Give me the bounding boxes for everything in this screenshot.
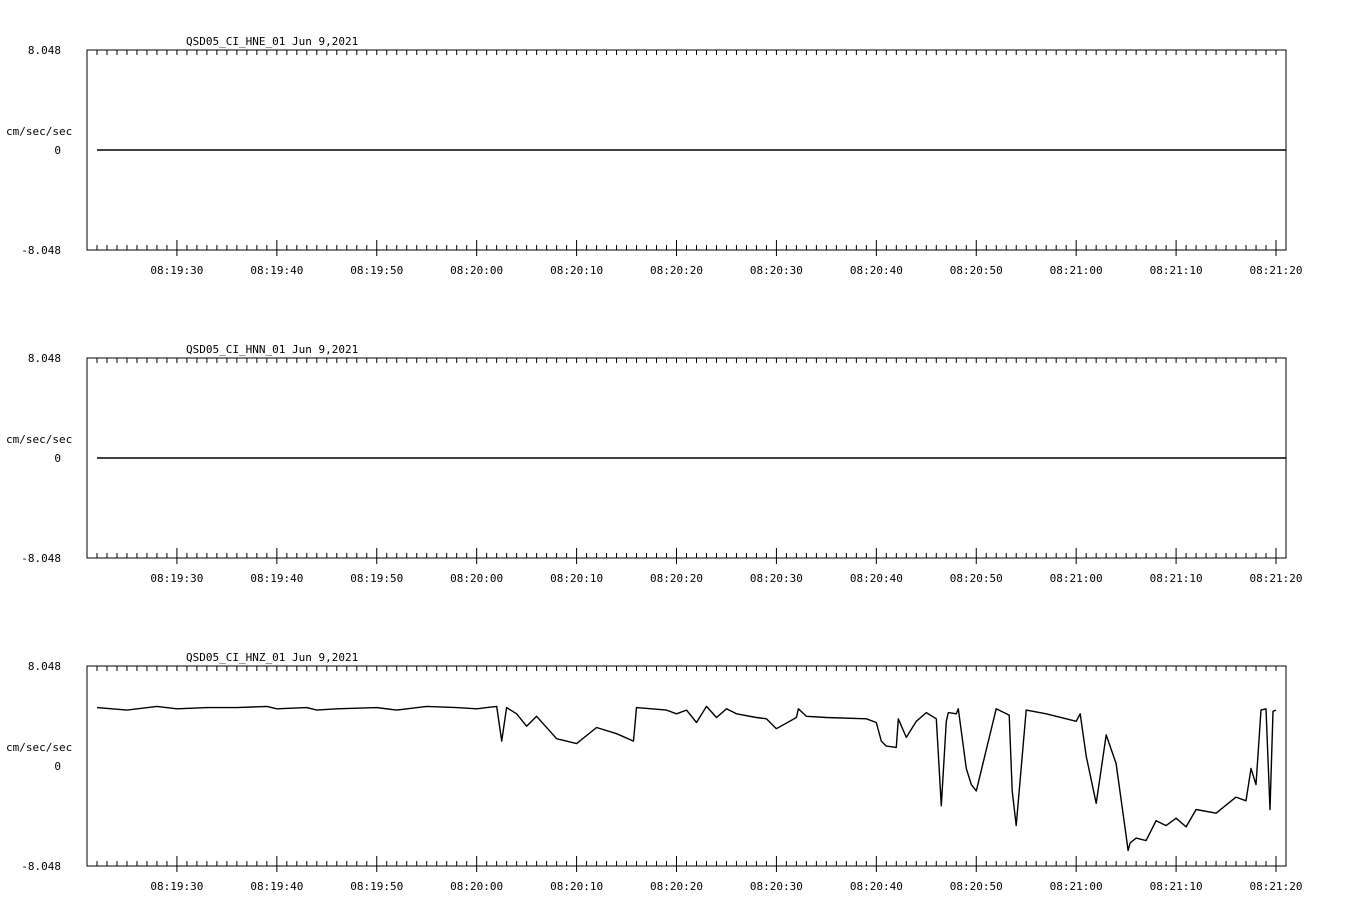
y-tick-label: -8.048: [21, 244, 61, 257]
x-tick-label: 08:19:50: [350, 264, 403, 277]
x-tick-label: 08:20:20: [650, 572, 703, 585]
x-tick-label: 08:21:20: [1250, 264, 1303, 277]
x-tick-label: 08:20:30: [750, 264, 803, 277]
panel-title: QSD05_CI_HNZ_01 Jun 9,2021: [186, 651, 358, 664]
x-tick-label: 08:20:30: [750, 572, 803, 585]
x-tick-label: 08:20:40: [850, 264, 903, 277]
plot-frame: [86, 665, 1287, 867]
x-tick-label: 08:19:30: [150, 264, 203, 277]
x-tick-label: 08:20:40: [850, 572, 903, 585]
x-tick-label: 08:20:00: [450, 572, 503, 585]
x-tick-label: 08:21:20: [1250, 572, 1303, 585]
y-tick-label: 0: [54, 144, 61, 157]
x-tick-label: 08:21:10: [1150, 572, 1203, 585]
x-tick-label: 08:19:30: [150, 572, 203, 585]
y-tick-label: -8.048: [21, 860, 61, 873]
y-axis-label: cm/sec/sec: [6, 741, 72, 754]
x-tick-label: 08:20:50: [950, 572, 1003, 585]
x-tick-label: 08:20:30: [750, 880, 803, 893]
y-tick-label: -8.048: [21, 552, 61, 565]
x-tick-label: 08:20:50: [950, 264, 1003, 277]
seismogram-panel: QSD05_CI_HNZ_01 Jun 9,2021 cm/sec/sec 8.04…: [6, 651, 1303, 893]
panel-title: QSD05_CI_HNN_01 Jun 9,2021: [186, 343, 358, 356]
x-tick-label: 08:20:00: [450, 880, 503, 893]
seismogram-panel: QSD05_CI_HNE_01 Jun 9,2021 cm/sec/sec 8.04…: [6, 35, 1303, 277]
waveform-line: [96, 705, 1277, 852]
x-tick-label: 08:19:50: [350, 572, 403, 585]
x-tick-label: 08:19:40: [250, 572, 303, 585]
x-tick-label: 08:20:20: [650, 880, 703, 893]
y-axis-label: cm/sec/sec: [6, 433, 72, 446]
y-axis-label: cm/sec/sec: [6, 125, 72, 138]
x-tick-label: 08:19:40: [250, 880, 303, 893]
x-tick-label: 08:21:00: [1050, 880, 1103, 893]
x-tick-label: 08:19:30: [150, 880, 203, 893]
y-tick-label: 8.048: [28, 352, 61, 365]
x-tick-label: 08:21:10: [1150, 880, 1203, 893]
x-tick-label: 08:20:50: [950, 880, 1003, 893]
panel-title: QSD05_CI_HNE_01 Jun 9,2021: [186, 35, 358, 48]
x-tick-label: 08:21:10: [1150, 264, 1203, 277]
x-tick-label: 08:19:50: [350, 880, 403, 893]
x-tick-label: 08:20:40: [850, 880, 903, 893]
x-tick-label: 08:20:10: [550, 264, 603, 277]
x-tick-label: 08:20:10: [550, 572, 603, 585]
y-tick-label: 0: [54, 760, 61, 773]
y-tick-label: 8.048: [28, 44, 61, 57]
y-tick-label: 0: [54, 452, 61, 465]
seismogram-canvas: QSD05_CI_HNE_01 Jun 9,2021 cm/sec/sec 8.04…: [6, 35, 1303, 893]
x-tick-label: 08:21:20: [1250, 880, 1303, 893]
x-tick-label: 08:20:20: [650, 264, 703, 277]
x-tick-label: 08:21:00: [1050, 264, 1103, 277]
y-tick-label: 8.048: [28, 660, 61, 673]
x-tick-label: 08:20:10: [550, 880, 603, 893]
x-tick-label: 08:21:00: [1050, 572, 1103, 585]
x-tick-label: 08:20:00: [450, 264, 503, 277]
seismogram-panel: QSD05_CI_HNN_01 Jun 9,2021 cm/sec/sec 8.04…: [6, 343, 1303, 585]
x-tick-label: 08:19:40: [250, 264, 303, 277]
